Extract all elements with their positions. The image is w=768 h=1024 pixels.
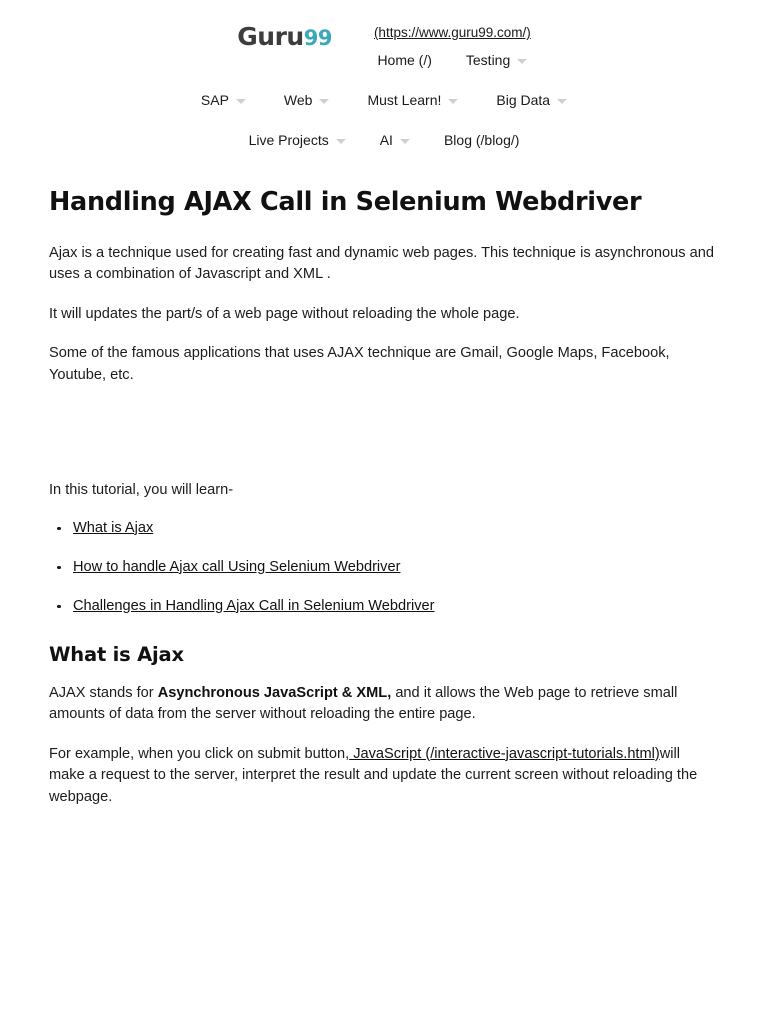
chevron-down-icon — [517, 58, 528, 64]
article-body: Handling AJAX Call in Selenium Webdriver… — [0, 187, 768, 808]
example-paragraph: For example, when you click on submit bu… — [49, 744, 714, 809]
header-top-row: Guru99 (https://www.guru99.com/) Home (/… — [0, 18, 768, 67]
nav-item-label: AI — [379, 132, 393, 148]
page-title: Handling AJAX Call in Selenium Webdriver — [49, 187, 642, 217]
ad-placeholder — [49, 386, 720, 480]
logo-word: Guru — [237, 22, 304, 51]
nav-item-sap[interactable]: SAP — [201, 93, 246, 107]
nav-item-must-learn[interactable]: Must Learn! — [367, 92, 459, 108]
site-header: Guru99 (https://www.guru99.com/) Home (/… — [0, 0, 768, 147]
intro-paragraph-1: Ajax is a technique used for creating fa… — [49, 244, 714, 283]
example-lead: For example, when you click on submit bu… — [49, 745, 350, 762]
logo-number: 99 — [303, 26, 333, 50]
nav-item-label: Big Data — [496, 92, 551, 108]
nav-row-primary: Home (/) Testing — [374, 53, 531, 67]
nav-item-label: Web — [283, 92, 313, 108]
guru99-logo[interactable]: Guru99 — [237, 18, 332, 49]
nav-item-label: Testing — [465, 52, 511, 68]
nav-item-live-projects[interactable]: Live Projects — [249, 133, 346, 147]
chevron-down-icon — [319, 98, 330, 104]
nav-row-secondary: SAP Web Must Learn! Big Data — [0, 93, 768, 107]
list-item: What is Ajax — [57, 518, 720, 539]
javascript-tutorials-link[interactable]: JavaScript (/interactive-javascript-tuto… — [349, 746, 660, 762]
table-of-contents: What is Ajax How to handle Ajax call Usi… — [49, 518, 720, 617]
definition-paragraph: AJAX stands for Asynchronous JavaScript … — [49, 683, 714, 726]
intro-paragraph-3: Some of the famous applications that use… — [49, 345, 670, 383]
tutorial-intro-line: In this tutorial, you will learn- — [49, 482, 234, 499]
chevron-down-icon — [448, 98, 459, 104]
intro-paragraph-2: It will updates the part/s of a web page… — [49, 305, 520, 322]
definition-lead: AJAX stands for — [49, 684, 158, 701]
nav-item-ai[interactable]: AI — [380, 133, 410, 147]
header-right: (https://www.guru99.com/) Home (/) Testi… — [374, 18, 531, 67]
nav-item-label: Live Projects — [248, 132, 329, 148]
toc-link-how-to-handle-ajax[interactable]: How to handle Ajax call Using Selenium W… — [73, 559, 400, 575]
nav-item-label: Blog (/blog/) — [443, 132, 520, 148]
chevron-down-icon — [399, 138, 410, 144]
nav-item-home[interactable]: Home (/) — [377, 53, 431, 67]
list-item: Challenges in Handling Ajax Call in Sele… — [57, 596, 720, 617]
definition-bold-term: Asynchronous JavaScript & XML, — [157, 684, 392, 701]
section-heading-what-is-ajax: What is Ajax — [49, 642, 184, 666]
list-item: How to handle Ajax call Using Selenium W… — [57, 557, 720, 578]
toc-link-challenges[interactable]: Challenges in Handling Ajax Call in Sele… — [73, 598, 435, 614]
nav-item-blog[interactable]: Blog (/blog/) — [444, 133, 519, 147]
chevron-down-icon — [335, 138, 346, 144]
nav-item-label: Home (/) — [377, 52, 432, 68]
nav-item-testing[interactable]: Testing — [465, 52, 528, 68]
site-url-link[interactable]: (https://www.guru99.com/) — [374, 25, 531, 40]
nav-item-label: Must Learn! — [367, 92, 442, 108]
toc-link-what-is-ajax[interactable]: What is Ajax — [73, 520, 153, 536]
chevron-down-icon — [557, 98, 568, 104]
nav-item-label: SAP — [200, 92, 229, 108]
nav-row-tertiary: Live Projects AI Blog (/blog/) — [0, 133, 768, 147]
nav-item-big-data[interactable]: Big Data — [496, 92, 568, 108]
chevron-down-icon — [235, 98, 246, 104]
nav-item-web[interactable]: Web — [284, 93, 330, 107]
